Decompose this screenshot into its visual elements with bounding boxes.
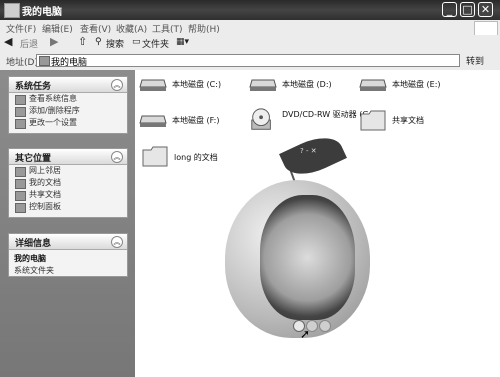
back-icon[interactable]: ◀ — [4, 35, 12, 48]
address-value: 我的电脑 — [51, 58, 88, 68]
other-places-title: 其它位置 — [15, 154, 52, 164]
menu-view[interactable]: 查看(V) — [80, 22, 111, 35]
system-tasks-title: 系统任务 — [15, 82, 52, 92]
explorer-window: 我的电脑 _ □ ✕ 文件(F) 编辑(E) 查看(V) 收藏(A) 工具(T)… — [0, 0, 500, 377]
task-pane: 系统任务 ︽ 查看系统信息 添加/删除程序 更改一个设置 其它位置 ︽ 网上邻居 我… — [0, 70, 135, 377]
control-panel-icon — [15, 203, 26, 213]
search-button[interactable]: 搜索 — [106, 37, 124, 50]
details-panel: 详细信息 ︽ 我的电脑 系统文件夹 — [8, 233, 128, 277]
menu-file[interactable]: 文件(F) — [6, 22, 36, 35]
system-tasks-panel: 系统任务 ︽ 查看系统信息 添加/删除程序 更改一个设置 — [8, 76, 128, 134]
go-button[interactable]: 转到 — [466, 54, 484, 67]
computer-small-icon — [39, 56, 50, 66]
system-task-item[interactable]: 更改一个设置 — [9, 117, 127, 129]
folder-icon — [15, 191, 26, 201]
folders-button[interactable]: 文件夹 — [142, 37, 169, 50]
info-icon — [15, 95, 26, 105]
other-places-panel: 其它位置 ︽ 网上邻居 我的文档 共享文档 控制面板 — [8, 148, 128, 218]
folder-icon — [360, 110, 386, 131]
system-task-item[interactable]: 查看系统信息 — [9, 93, 127, 105]
chevron-up-icon[interactable]: ︽ — [111, 236, 123, 248]
place-item[interactable]: 控制面板 — [9, 201, 127, 213]
details-desc: 系统文件夹 — [14, 266, 54, 275]
place-item[interactable]: 我的文档 — [9, 177, 127, 189]
folders-icon[interactable]: ▭ — [132, 37, 141, 47]
details-header[interactable]: 详细信息 ︽ — [9, 234, 127, 250]
drive-icon — [249, 79, 277, 91]
window-title: 我的电脑 — [22, 7, 62, 18]
other-places-header[interactable]: 其它位置 ︽ — [9, 149, 127, 165]
widget-controls[interactable]: ? - ✕ — [300, 147, 317, 155]
address-bar: 地址(D) 我的电脑 转到 — [0, 52, 500, 71]
add-remove-icon — [15, 107, 26, 117]
system-tasks-header[interactable]: 系统任务 ︽ — [9, 77, 127, 93]
close-button[interactable]: ✕ — [478, 2, 493, 17]
address-field[interactable]: 我的电脑 — [36, 54, 460, 68]
search-icon[interactable]: ⚲ — [95, 37, 102, 47]
views-icon[interactable]: ▦▾ — [176, 37, 189, 47]
address-label: 地址(D) — [6, 58, 38, 68]
back-button[interactable]: 后退 — [20, 37, 38, 50]
apple-widget[interactable] — [225, 180, 370, 338]
menu-bar: 文件(F) 编辑(E) 查看(V) 收藏(A) 工具(T) 帮助(H) — [0, 20, 500, 36]
details-title: 详细信息 — [15, 239, 52, 249]
folder-icon — [142, 146, 168, 167]
details-name: 我的电脑 — [14, 254, 46, 263]
chevron-up-icon[interactable]: ︽ — [111, 79, 123, 91]
widget-button-3[interactable] — [319, 320, 331, 332]
place-item[interactable]: 共享文档 — [9, 189, 127, 201]
menu-help[interactable]: 帮助(H) — [188, 22, 220, 35]
settings-icon — [15, 119, 26, 129]
cursor-icon: ➚ — [300, 327, 311, 341]
face-photo — [260, 195, 355, 320]
place-item[interactable]: 网上邻居 — [9, 165, 127, 177]
forward-icon[interactable]: ▶ — [50, 35, 58, 48]
drive-icon — [359, 79, 387, 91]
toolbar: ◀ 后退 ▶ ⇧ ⚲ 搜索 ▭ 文件夹 ▦▾ — [0, 35, 500, 53]
drive-icon — [139, 79, 167, 91]
chevron-up-icon[interactable]: ︽ — [111, 151, 123, 163]
system-task-item[interactable]: 添加/删除程序 — [9, 105, 127, 117]
network-icon — [15, 167, 26, 177]
menu-edit[interactable]: 编辑(E) — [42, 22, 73, 35]
up-icon[interactable]: ⇧ — [78, 35, 87, 48]
drive-icon — [139, 115, 167, 127]
maximize-button[interactable]: □ — [460, 2, 475, 17]
cd-icon — [251, 108, 271, 130]
folder-icon — [15, 179, 26, 189]
menu-tools[interactable]: 工具(T) — [152, 22, 183, 35]
computer-icon — [4, 3, 20, 18]
minimize-button[interactable]: _ — [442, 2, 457, 17]
menu-favorites[interactable]: 收藏(A) — [116, 22, 147, 35]
windows-logo-icon — [474, 21, 498, 36]
title-bar[interactable]: 我的电脑 _ □ ✕ — [0, 0, 500, 20]
